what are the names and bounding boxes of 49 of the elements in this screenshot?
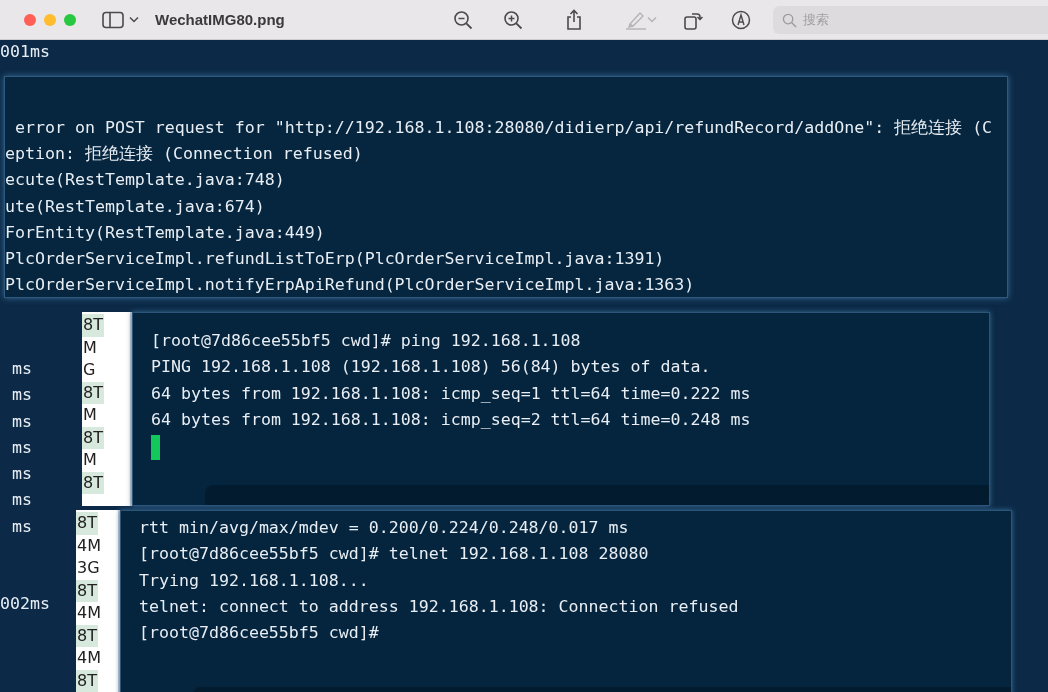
search-field[interactable]: 搜索 xyxy=(772,5,1048,34)
list-item[interactable]: 8T xyxy=(82,426,104,449)
zoom-in-icon[interactable] xyxy=(502,9,523,30)
log-line: ms xyxy=(12,358,32,380)
terminal-line: [root@7d86cee55bf5 cwd]# telnet 192.168.1.108 28080 xyxy=(139,543,649,566)
terminal-line: Trying 192.168.1.108... xyxy=(139,569,369,592)
terminal-line: rtt min/avg/max/mdev = 0.200/0.224/0.248/0.017 ms xyxy=(139,517,629,539)
log-line: 002ms xyxy=(0,594,50,613)
list-item[interactable]: 4M xyxy=(76,534,102,557)
list-item[interactable]: 8T xyxy=(76,669,98,692)
list-item[interactable]: 4M xyxy=(76,602,102,625)
zoom-out-icon[interactable] xyxy=(452,9,473,30)
log-line: PlcOrderServiceImpl.refundListToErp(PlcOrderServiceImpl.java:1391) xyxy=(5,248,666,270)
share-icon[interactable] xyxy=(564,8,583,31)
terminal-line: PING 192.168.1.108 (192.168.1.108) 56(84) bytes of data. xyxy=(151,356,711,379)
log-line: ms xyxy=(12,463,32,486)
terminal-line: [root@7d86cee55bf5 cwd]# ping 192.168.1.108 xyxy=(151,330,581,352)
log-line: PlcOrderServiceImpl.notifyErpApiRefund(PlcOrderServiceImpl.java:1363) xyxy=(5,274,696,297)
list-item[interactable]: M xyxy=(82,336,98,359)
markup-icon[interactable] xyxy=(730,9,751,30)
log-line: ute(RestTemplate.java:674) xyxy=(5,195,266,218)
terminal-line: 64 bytes from 192.168.1.108: icmp_seq=1 ttl=64 time=0.222 ms xyxy=(151,382,751,405)
list-item[interactable]: 8T xyxy=(76,624,98,647)
list-item[interactable]: 8T xyxy=(76,579,98,602)
list-item[interactable]: M xyxy=(82,449,98,472)
list-item[interactable]: 4M xyxy=(76,647,102,670)
log-line: 001ms xyxy=(0,42,50,61)
terminal-line: 64 bytes from 192.168.1.108: icmp_seq=2 ttl=64 time=0.248 ms xyxy=(151,408,751,431)
log-line: error on POST request for "http://192.168.1.108:28080/didierp/api/refundRecord/addOne": 拒绝连接 (C xyxy=(14,117,994,139)
log-line: eption: 拒绝连接 (Connection refused) xyxy=(5,143,364,166)
list-item[interactable]: M xyxy=(82,404,98,427)
terminal-line: [root@7d86cee55bf5 cwd]# xyxy=(139,622,379,645)
log-line: ms xyxy=(12,384,32,407)
window-title: WechatIMG80.png xyxy=(155,11,285,28)
log-line: ecute(RestTemplate.java:748) xyxy=(5,169,286,192)
list-item[interactable]: 8T xyxy=(82,314,104,337)
log-line: ms xyxy=(12,410,32,433)
list-item[interactable]: 8T xyxy=(82,471,104,494)
log-line: ms xyxy=(12,515,32,538)
list-item[interactable]: 3G xyxy=(76,557,101,580)
chevron-icon[interactable] xyxy=(129,16,139,23)
log-line: ms xyxy=(12,436,32,459)
log-line: ms xyxy=(12,489,32,512)
list-item[interactable]: 8T xyxy=(76,512,98,535)
list-item[interactable]: 8T xyxy=(82,381,104,404)
sidebar-icon[interactable] xyxy=(102,10,124,29)
list-item[interactable]: G xyxy=(82,359,97,382)
terminal-line: telnet: connect to address 192.168.1.108: Connection refused xyxy=(139,595,739,618)
log-line: ForEntity(RestTemplate.java:449) xyxy=(5,221,326,244)
